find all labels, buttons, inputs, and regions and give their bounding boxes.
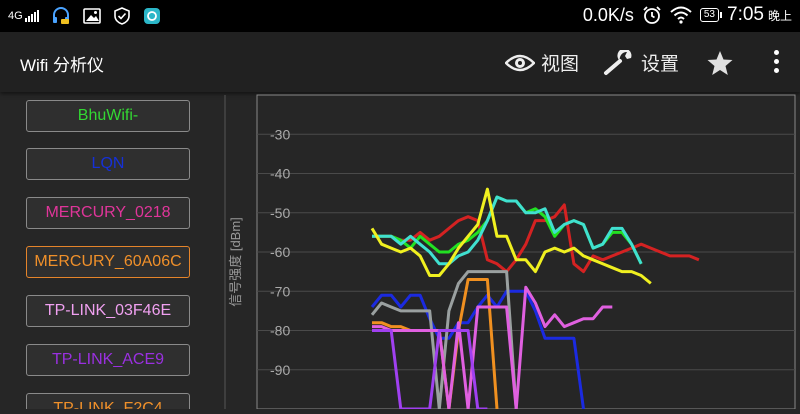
network-button-tp-link-f2c4[interactable]: TP-LINK_F2C4 <box>26 393 190 409</box>
status-bar: 4G 0.0K/s 53 7:05 晚上 <box>0 0 800 32</box>
battery-level: 53 <box>703 9 715 20</box>
network-button-mercury-0218[interactable]: MERCURY_0218 <box>26 197 190 229</box>
star-icon[interactable] <box>706 50 734 76</box>
view-button[interactable]: 视图 <box>505 49 579 76</box>
network-list: BhuWifi- LQN MERCURY_0218 MERCURY_60A06C… <box>0 92 210 409</box>
network-name: BhuWifi- <box>77 107 139 124</box>
network-name: MERCURY_60A06C <box>34 253 182 270</box>
shield-icon <box>113 7 130 25</box>
image-icon <box>82 8 101 24</box>
settings-label: 设置 <box>641 54 680 75</box>
eye-icon <box>505 54 535 71</box>
network-name: TP-LINK_ACE9 <box>51 351 165 368</box>
signal-chart: -30 -40 -50 -60 -70 -80 -90 信号强度 [dBm] <box>210 92 800 411</box>
network-type: 4G <box>8 10 23 22</box>
y-tick-label: -40 <box>270 166 290 182</box>
network-button-mercury-60a06c[interactable]: MERCURY_60A06C <box>26 246 190 278</box>
network-name: MERCURY_0218 <box>45 204 171 221</box>
app-title: Wifi 分析仪 <box>20 56 105 75</box>
wifi-icon <box>670 6 692 24</box>
y-axis-label: 信号强度 [dBm] <box>228 217 243 307</box>
y-tick-label: -90 <box>270 362 290 378</box>
cellular-signal-icon: 4G <box>8 10 39 22</box>
alarm-icon <box>643 6 661 24</box>
wrench-icon <box>604 49 632 75</box>
app-bar: Wifi 分析仪 视图 设置 <box>0 32 800 92</box>
app-icon <box>143 8 160 24</box>
network-speed: 0.0K/s <box>582 4 634 25</box>
battery-icon: 53 <box>699 8 723 22</box>
network-button-tp-link-03f46e[interactable]: TP-LINK_03F46E <box>26 295 190 327</box>
clock: 7:05 <box>727 4 764 25</box>
headset-icon <box>52 7 69 24</box>
network-button-lqn[interactable]: LQN <box>26 148 190 180</box>
view-label: 视图 <box>541 54 580 75</box>
y-tick-label: -60 <box>270 244 290 260</box>
network-button-bhuwifi[interactable]: BhuWifi- <box>26 100 190 132</box>
network-name: LQN <box>91 155 125 172</box>
network-name: TP-LINK_03F46E <box>44 302 172 319</box>
network-name: TP-LINK_F2C4 <box>53 400 163 409</box>
clock-period: 晚上 <box>767 8 792 23</box>
y-tick-label: -80 <box>270 323 290 339</box>
y-tick-label: -30 <box>270 126 290 142</box>
overflow-menu-icon[interactable] <box>774 50 780 73</box>
y-tick-label: -70 <box>270 283 290 299</box>
signal-strength-chart: -30 -40 -50 -60 -70 -80 -90 信号强度 [dBm] <box>224 94 796 411</box>
network-button-tp-link-ace9[interactable]: TP-LINK_ACE9 <box>26 344 190 376</box>
y-tick-label: -50 <box>270 205 290 221</box>
settings-button[interactable]: 设置 <box>603 49 679 76</box>
